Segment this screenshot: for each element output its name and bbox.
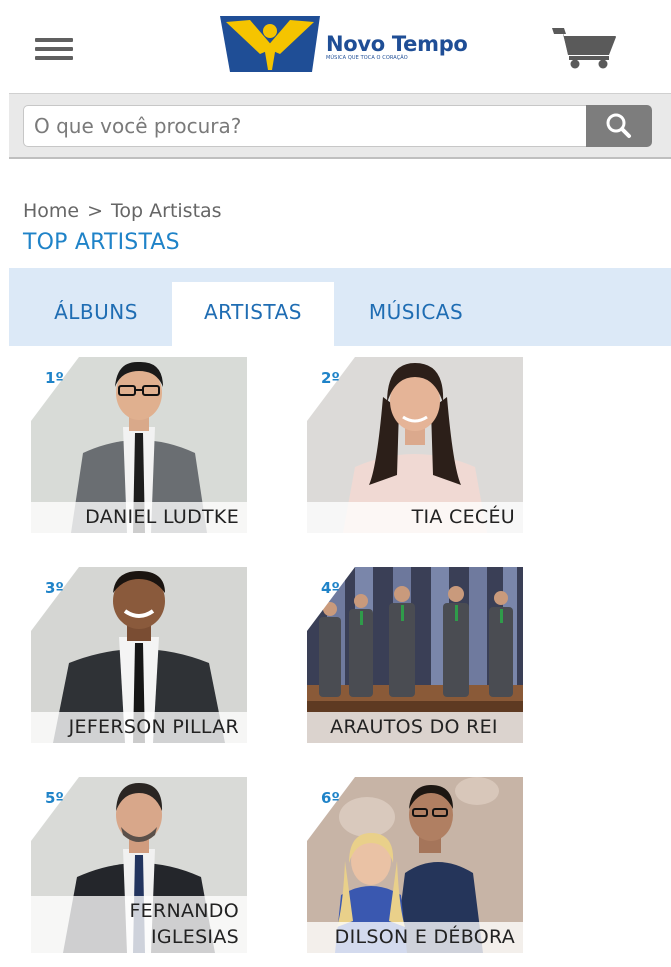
hamburger-menu-icon[interactable] [32,30,76,64]
breadcrumb-home-link[interactable]: Home [23,200,79,222]
artist-card-daniel-ludtke[interactable]: 1º DANIEL LUDTKE [31,357,247,533]
novo-tempo-logo[interactable]: Novo Tempo MÚSICA QUE TOCA O CORAÇÃO [220,14,472,74]
artist-name: DANIEL LUDTKE [31,502,247,533]
breadcrumb-current: Top Artistas [111,200,222,222]
artist-card-dilson-e-debora[interactable]: 6º DILSON E DÉBORA [307,777,523,953]
artist-card-fernando-iglesias[interactable]: 5º FERNANDO IGLESIAS [31,777,247,953]
search-button[interactable] [586,105,652,147]
artist-card-jeferson-pillar[interactable]: 3º JEFERSON PILLAR [31,567,247,743]
artist-rank: 2º [321,369,340,387]
logo-tagline: MÚSICA QUE TOCA O CORAÇÃO [326,55,408,61]
breadcrumb: Home > Top Artistas [23,200,222,222]
tab-musicas[interactable]: MÚSICAS [347,282,485,346]
artist-name: ARAUTOS DO REI [307,712,523,743]
breadcrumb-separator: > [87,200,104,222]
artist-name: TIA CECÉU [307,502,523,533]
artist-name: JEFERSON PILLAR [31,712,247,743]
search-input[interactable] [23,105,651,147]
artist-rank: 4º [321,579,340,597]
artist-rank: 5º [45,789,64,807]
artist-rank: 1º [45,369,64,387]
search-bar [9,93,671,159]
artist-card-tia-ceceu[interactable]: 2º TIA CECÉU [307,357,523,533]
artist-name: FERNANDO IGLESIAS [31,896,247,953]
page-title: TOP ARTISTAS [23,230,180,255]
artist-card-arautos-do-rei[interactable]: 4º ARAUTOS DO REI [307,567,523,743]
artist-rank: 3º [45,579,64,597]
artist-rank: 6º [321,789,340,807]
logo-name: Novo Tempo [326,32,468,56]
artist-name: DILSON E DÉBORA [307,922,523,953]
app-root: Novo Tempo MÚSICA QUE TOCA O CORAÇÃO Hom… [0,0,671,967]
tab-artistas[interactable]: ARTISTAS [172,282,334,346]
logo-mark-icon [220,16,320,72]
shopping-cart-icon[interactable] [548,24,618,70]
tab-albuns[interactable]: ÁLBUNS [33,282,159,346]
top-header: Novo Tempo MÚSICA QUE TOCA O CORAÇÃO [0,0,671,90]
search-icon [606,113,631,138]
category-tabs: ÁLBUNS ARTISTAS MÚSICAS [9,268,671,346]
